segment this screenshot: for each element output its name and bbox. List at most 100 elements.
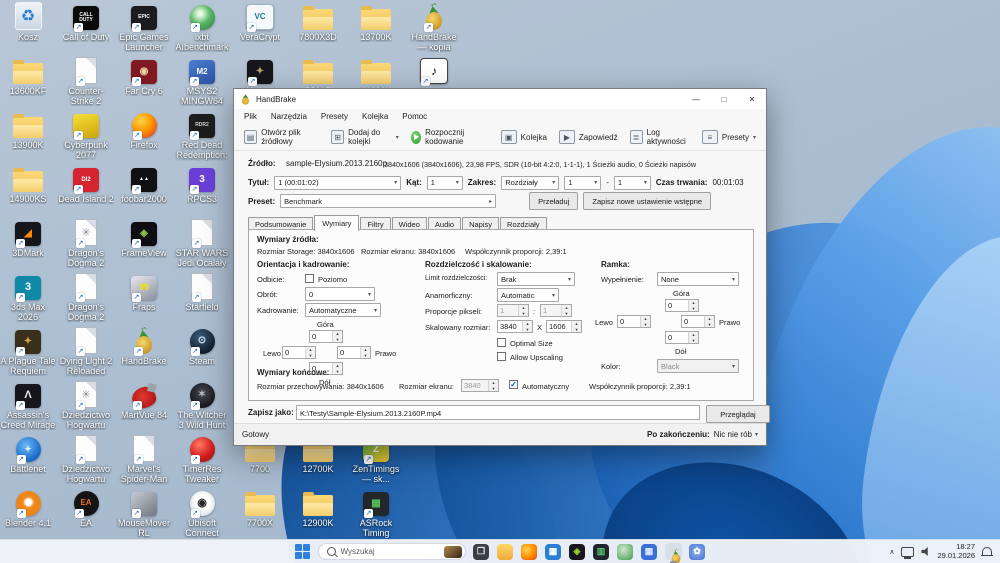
toolbar-open-source-button[interactable]: ▤ Otwórz plik źródłowy	[239, 125, 324, 149]
desktop-icon-far-cry-6[interactable]: ◉ ↗ Far Cry 6	[116, 56, 172, 96]
toolbar-preview-button[interactable]: ▶ Zapowiedź	[554, 127, 623, 147]
pad-right-input[interactable]: 0 ▴ ▾	[681, 315, 715, 328]
save-new-preset-button[interactable]: Zapisz nowe ustawienie wstępne	[583, 192, 712, 210]
scale-width-input[interactable]: 3840 ▴ ▾	[497, 320, 533, 333]
taskbar-calculator-icon[interactable]: ▦	[641, 543, 658, 560]
desktop-icon-timerres-tweaker[interactable]: ↗ TimerRes Tweaker	[174, 434, 230, 484]
desktop-icon-folder-12900k[interactable]: 12900K	[290, 488, 346, 528]
desktop-icon-red-dead-redemption[interactable]: RDR2↗Red Dead Redemption: G...	[174, 110, 230, 161]
final-display-input[interactable]: 3840 ▴ ▾	[461, 379, 499, 392]
optimal-size-checkbox[interactable]	[497, 338, 506, 347]
desktop-icon-battlenet[interactable]: ✦ ↗ Battlenet	[0, 434, 56, 474]
crop-left-input[interactable]: 0 ▴ ▾	[282, 346, 316, 359]
desktop-icon-star-wars-jedi-ocalaly[interactable]: ↗ STAR WARS Jedi Ocalały	[174, 218, 230, 268]
desktop-icon-steam[interactable]: ⊙ ↗ Steam	[174, 326, 230, 366]
desktop-icon-msys2-mingw64[interactable]: M2 ↗ MSYS2 MINGW64	[174, 56, 230, 106]
tray-chevron-icon[interactable]: ∧	[889, 548, 894, 556]
desktop-icon-folder-13600kf[interactable]: 13600KF	[0, 56, 56, 96]
desktop-icon-the-witcher-3[interactable]: ✶ ↗ The Witcher 3 Wild Hunt	[174, 380, 230, 430]
taskbar-benchmark-app-icon[interactable]	[617, 543, 634, 560]
desktop-icon-veracrypt[interactable]: VC ↗ VeraCrypt	[232, 2, 288, 42]
desktop-icon-folder-7800x3d[interactable]: 7800X3D	[290, 2, 346, 42]
desktop-icon-3ds-max-2026[interactable]: 3 ↗ 3ds Max 2026	[0, 272, 56, 322]
flip-horizontal-checkbox[interactable]	[305, 274, 314, 283]
border-color-select[interactable]: Black ▾	[657, 359, 739, 373]
pad-top-input[interactable]: 0 ▴ ▾	[665, 299, 699, 312]
clock[interactable]: 18:27 29.01.2026	[937, 542, 975, 560]
minimize-button[interactable]: —	[682, 89, 710, 109]
allow-upscaling-checkbox[interactable]	[497, 352, 506, 361]
desktop-icon-dziedzictwo-hogwartu-a[interactable]: ✳ ↗ Dziedzictwo Hogwartu	[58, 380, 114, 430]
desktop-icon-handbrake[interactable]: ↗ HandBrake	[116, 326, 172, 366]
desktop-icon-starfield[interactable]: ↗ Starfield	[174, 272, 230, 312]
desktop-icon-rpcs3[interactable]: 3 ↗ RPCS3	[174, 164, 230, 204]
taskbar-frameview-icon[interactable]: ◈	[569, 543, 586, 560]
toolbar-presets-button[interactable]: ≡ Presety ▾	[697, 127, 761, 147]
menu-item-kolejka[interactable]: Kolejka	[355, 112, 395, 121]
desktop-icon-call-of-duty[interactable]: CALL DUTY ↗ Call of Duty	[58, 2, 114, 42]
desktop-icon-ixbt-aibenchmark[interactable]: ↗ ixbt AIbenchmark	[174, 2, 230, 52]
desktop-icon-recycle-bin[interactable]: ♻ Kosz	[0, 2, 56, 42]
desktop-icon-a-plague-tale-requiem[interactable]: ✦ ↗ A Plague Tale Requiem	[0, 326, 56, 376]
close-button[interactable]: ✕	[738, 89, 766, 109]
par-y-input[interactable]: 1 ▴ ▾	[540, 304, 572, 317]
desktop-icon-folder-14900ks[interactable]: 14900KS	[0, 164, 56, 204]
toolbar-start-encode-button[interactable]: Rozpocznij kodowanie	[406, 125, 494, 149]
taskbar-dark-app-icon[interactable]: ❒	[473, 543, 490, 560]
desktop-icon-frameview[interactable]: ◈ ↗ FrameView	[116, 218, 172, 258]
desktop-icon-dragons-dogma-2-b[interactable]: ↗ Dragon's Dogma 2	[58, 272, 114, 322]
desktop-icon-asrock-timing-configurator[interactable]: ▦↗ASRock Timing Configurator	[348, 488, 404, 539]
desktop-icon-counter-strike-2[interactable]: ↗ Counter-Strike 2	[58, 56, 114, 106]
desktop-icon-foobar2000[interactable]: ▲▲ ↗ foobar2000	[116, 164, 172, 204]
when-done-select[interactable]: Nic nie rób	[714, 430, 752, 439]
save-path-input[interactable]: K:\Testy\Sample-Elysium.2013.2160P.mp4	[296, 405, 700, 420]
network-icon[interactable]	[901, 546, 915, 559]
desktop-icon-folder-13700k[interactable]: 13700K	[348, 2, 404, 42]
reload-preset-button[interactable]: Przeładuj	[529, 192, 579, 210]
title-select[interactable]: 1 (00:01:02) ▾	[274, 175, 402, 190]
range-to-select[interactable]: 1 ▾	[613, 175, 651, 190]
desktop-icon-folder-7700x[interactable]: 7700X	[232, 488, 288, 528]
notifications-bell-icon[interactable]	[981, 547, 993, 556]
taskbar-hardware-monitor-icon[interactable]: ▥	[593, 543, 610, 560]
desktop-icon-dying-light-2[interactable]: ↗Dying Light 2 Reloaded Edition	[58, 326, 114, 377]
desktop-icon-epic-games-launcher[interactable]: EPIC ↗ Epic Games Launcher	[116, 2, 172, 52]
crop-right-input[interactable]: 0 ▴ ▾	[337, 346, 371, 359]
desktop-icon-3dmark[interactable]: ◢ ↗ 3DMark	[0, 218, 56, 258]
desktop-icon-martvue-84[interactable]: ↗ MartVue 84	[116, 380, 172, 420]
desktop-icon-handbrake-kopia[interactable]: ↗ HandBrake — kopia	[406, 2, 462, 52]
range-type-select[interactable]: Rozdziały ▾	[501, 175, 560, 190]
preset-select[interactable]: Benchmark ▸	[280, 194, 497, 208]
menu-item-presety[interactable]: Presety	[314, 112, 355, 121]
pad-left-input[interactable]: 0 ▴ ▾	[617, 315, 651, 328]
desktop-icon-ea[interactable]: EA ↗ EA	[58, 488, 114, 528]
toolbar-activity-log-button[interactable]: ≣ Log aktywności	[625, 125, 695, 149]
menu-item-plik[interactable]: Plik	[237, 112, 264, 121]
taskbar-store-icon[interactable]: ▦	[545, 543, 562, 560]
desktop-icon-folder-13900k[interactable]: 13900K	[0, 110, 56, 150]
pad-bottom-input[interactable]: 0 ▴ ▾	[665, 331, 699, 344]
volume-icon[interactable]	[921, 547, 928, 556]
desktop-icon-assassins-creed-mirage[interactable]: Λ ↗ Assassin's Creed Mirage	[0, 380, 56, 430]
taskbar-file-explorer-icon[interactable]	[497, 543, 514, 560]
angle-select[interactable]: 1 ▾	[426, 175, 463, 190]
par-x-input[interactable]: 1 ▴ ▾	[497, 304, 529, 317]
desktop-icon-dead-island-2[interactable]: DI2 ↗ Dead Island 2	[58, 164, 114, 204]
anamorphic-select[interactable]: Automatic ▾	[497, 288, 559, 302]
scale-height-input[interactable]: 1606 ▴ ▾	[546, 320, 582, 333]
crop-top-input[interactable]: 0 ▴ ▾	[309, 330, 343, 343]
desktop-icon-firefox[interactable]: ↗ Firefox	[116, 110, 172, 150]
range-from-select[interactable]: 1 ▾	[564, 175, 602, 190]
start-button[interactable]	[294, 543, 311, 560]
taskbar-firefox-icon[interactable]	[521, 543, 538, 560]
desktop-icon-marvels-spider-man[interactable]: ↗Marvel's Spider-Man Mil...	[116, 434, 172, 485]
taskbar-photos-icon[interactable]: ✿	[689, 543, 706, 560]
maximize-button[interactable]: □	[710, 89, 738, 109]
window-titlebar[interactable]: HandBrake — □ ✕	[234, 89, 766, 109]
desktop-icon-fraps[interactable]: 99 ↗ Fraps	[116, 272, 172, 312]
desktop-icon-blender-41[interactable]: ↗ Blender 4.1	[0, 488, 56, 528]
desktop-icon-dragons-dogma-2-a[interactable]: ✳ ↗ Dragon's Dogma 2	[58, 218, 114, 268]
rotate-select[interactable]: 0 ▾	[305, 287, 375, 301]
browse-button[interactable]: Przeglądaj	[706, 405, 770, 423]
desktop-icon-cyberpunk-2077[interactable]: ↗ Cyberpunk 2077	[58, 110, 114, 160]
